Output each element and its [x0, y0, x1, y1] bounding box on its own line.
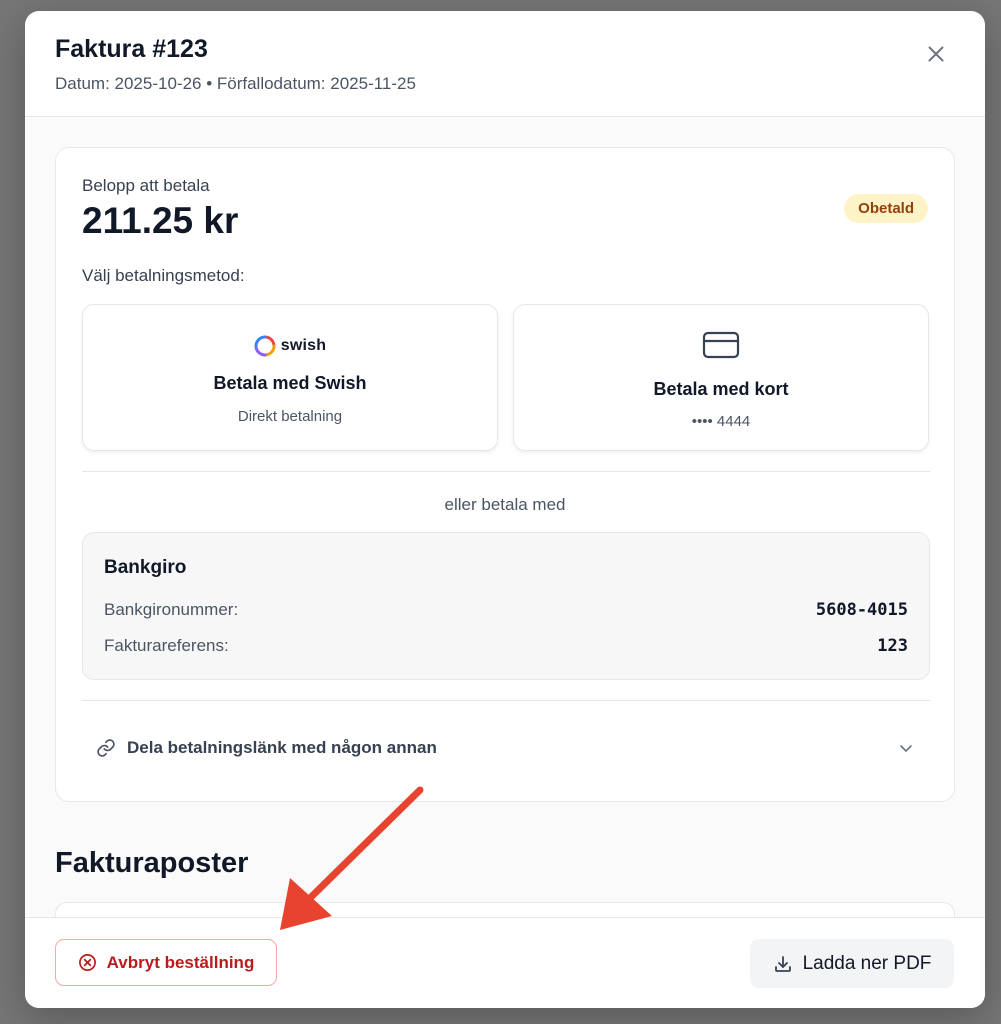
- card-number-masked: •••• 4444: [691, 413, 751, 430]
- invoice-title: Faktura #123: [55, 35, 208, 63]
- invoice-items-card: [55, 902, 955, 917]
- invoice-dates: Datum: 2025-10-26 • Förfallodatum: 2025-…: [55, 74, 416, 93]
- download-icon: [774, 955, 791, 972]
- card-title: Betala med kort: [653, 379, 789, 399]
- invoice-reference-label: Fakturareferens:: [104, 636, 229, 655]
- pay-with-swish-button[interactable]: swish Betala med Swish Direkt betalning: [82, 304, 498, 451]
- swish-logo: swish: [83, 335, 497, 357]
- credit-card-icon: [702, 331, 740, 359]
- share-payment-link-label: Dela betalningslänk med någon annan: [127, 738, 437, 757]
- invoice-modal: Faktura #123 Datum: 2025-10-26 • Förfall…: [25, 11, 985, 1008]
- modal-body[interactable]: Belopp att betala 211.25 kr Obetald Välj…: [25, 117, 985, 917]
- close-icon: [928, 46, 944, 62]
- divider: [82, 471, 930, 472]
- swish-subtitle: Direkt betalning: [237, 408, 343, 425]
- invoice-reference-value[interactable]: 123: [877, 636, 908, 656]
- chevron-down-icon: [900, 745, 912, 752]
- swish-logo-text: swish: [280, 337, 327, 354]
- close-button[interactable]: [923, 41, 949, 67]
- modal-footer: Avbryt beställning Ladda ner PDF: [25, 917, 985, 1008]
- cancel-order-label: Avbryt beställning: [106, 952, 255, 972]
- link-icon: [97, 739, 115, 757]
- pay-with-card-button[interactable]: Betala med kort •••• 4444: [513, 304, 929, 451]
- invoice-items-heading: Fakturaposter: [55, 847, 249, 879]
- bankgiro-number-label: Bankgironummer:: [104, 600, 239, 619]
- share-payment-link-toggle[interactable]: Dela betalningslänk med någon annan: [82, 724, 930, 772]
- modal-header: Faktura #123 Datum: 2025-10-26 • Förfall…: [25, 11, 985, 117]
- cancel-circle-icon: [78, 954, 96, 971]
- swish-logo-icon: [254, 335, 276, 357]
- bankgiro-number-value[interactable]: 5608-4015: [816, 600, 908, 620]
- payment-method-prompt: Välj betalningsmetod:: [82, 266, 245, 285]
- status-badge: Obetald: [844, 194, 928, 223]
- download-pdf-button[interactable]: Ladda ner PDF: [750, 939, 954, 988]
- download-pdf-label: Ladda ner PDF: [802, 952, 932, 974]
- amount-label: Belopp att betala: [82, 176, 210, 195]
- amount-value: 211.25 kr: [82, 200, 239, 241]
- swish-title: Betala med Swish: [213, 373, 367, 393]
- cancel-order-button[interactable]: Avbryt beställning: [55, 939, 277, 986]
- divider: [82, 700, 930, 701]
- payment-card: Belopp att betala 211.25 kr Obetald Välj…: [55, 147, 955, 802]
- bankgiro-title: Bankgiro: [104, 557, 187, 578]
- bankgiro-panel: Bankgiro Bankgironummer: 5608-4015 Faktu…: [82, 532, 930, 680]
- or-pay-with-label: eller betala med: [444, 495, 566, 514]
